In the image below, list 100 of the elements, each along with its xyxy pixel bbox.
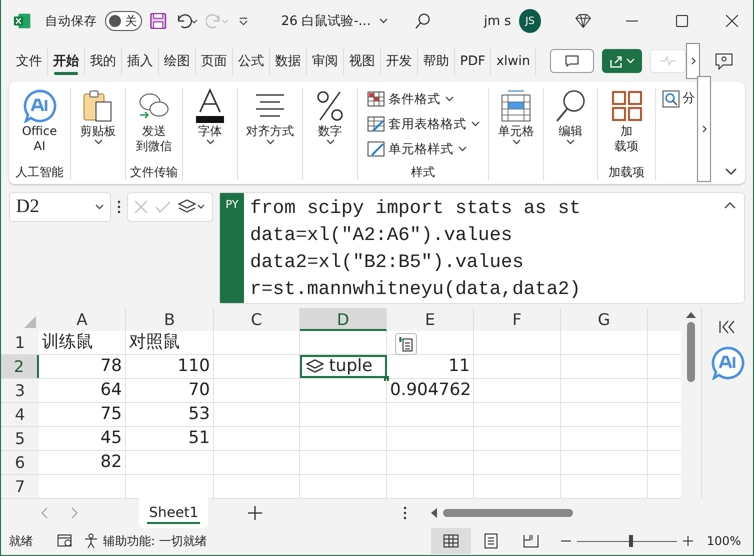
column-header[interactable]: G [561,308,648,331]
ribbon-tab[interactable]: 页面 [196,47,233,75]
scroll-up-icon[interactable] [686,312,696,318]
chevron-down-icon [470,121,480,127]
search-icon[interactable] [415,12,432,30]
column-header[interactable]: B [126,308,214,331]
customize-icon[interactable] [238,15,250,27]
user-avatar[interactable]: JS [519,9,541,33]
share-button[interactable] [602,49,642,73]
chevron-down-icon [326,139,334,145]
ribbon-tab[interactable]: 插入 [122,47,159,75]
scroll-left-icon[interactable] [431,508,437,518]
ribbon-tab[interactable]: xlwin [491,47,536,75]
ribbon-tab[interactable]: 我的 [85,47,122,75]
accessibility-icon[interactable] [83,533,99,549]
layers-icon[interactable] [178,199,206,215]
collapse-ribbon-icon[interactable] [725,168,737,176]
ribbon-button[interactable]: 剪贴板 [80,88,116,165]
table-cell[interactable]: 45 [39,427,126,450]
row-header[interactable]: 1 [1,331,39,354]
feedback-icon[interactable] [714,52,734,70]
paste-options-button[interactable] [395,333,417,355]
row-header[interactable]: 3 [1,379,39,402]
ribbon-tab[interactable]: 开始 [48,47,85,75]
align-icon [254,93,286,119]
formula-field[interactable]: PY from scipy import stats as st data=xl("A2:A6").values data2=xl("B2:B5").values r=st.mannwhitneyu(data,data2) [219,192,745,304]
column-header[interactable]: E [387,308,474,331]
cell-style-icon [366,141,384,157]
column-header[interactable]: A [39,308,126,331]
zoom-level[interactable]: 100% [706,534,741,548]
ribbon-button[interactable]: 加 载项 [610,88,642,165]
check-icon[interactable] [154,201,171,213]
python-badge: PY [220,193,244,303]
view-button[interactable] [430,528,471,554]
excel-icon[interactable] [13,12,32,30]
ribbon-tab[interactable]: 审阅 [307,47,344,75]
user-name: jm s [484,14,512,28]
row-header[interactable]: 4 [1,403,39,426]
ribbon-tab[interactable]: 帮助 [418,47,455,75]
diamond-icon[interactable] [574,13,592,29]
table-cell[interactable]: 110 [126,355,214,378]
table-cell[interactable]: 0.904762 [387,379,474,402]
table-cell[interactable]: 75 [39,403,126,426]
add-sheet-icon[interactable] [248,506,262,520]
file-name[interactable]: 26 白鼠试验-... [281,12,400,30]
sheet-tab[interactable]: Sheet1 [139,498,208,528]
chevron-down-icon [444,96,454,102]
previous-sheet-icon[interactable] [40,507,48,519]
column-header[interactable]: D [300,308,387,331]
accessibility-status[interactable]: 辅助功能: 一切就绪 [103,532,207,550]
row-header[interactable]: 5 [1,427,39,450]
ribbon-scroll-button[interactable] [697,76,711,182]
ribbon-tab[interactable]: 文件 [11,47,48,75]
row-header[interactable]: 2 [1,355,39,378]
more-options-icon[interactable] [403,506,407,520]
ribbon-tab[interactable]: 数据 [270,47,307,75]
ribbon-button[interactable]: 对齐方式 [246,88,294,165]
scroll-thumb[interactable] [687,322,695,382]
table-cell[interactable]: tuple [300,355,387,378]
autosave-toggle[interactable]: 关 [105,11,142,31]
ribbon-button[interactable]: 编辑 [554,88,586,165]
chevron-down-icon [626,58,636,64]
table-cell[interactable]: 对照鼠 [126,331,214,354]
collapse-icon[interactable] [724,201,736,209]
column-header[interactable]: F [474,308,561,331]
ribbon-button[interactable]: Office AI [22,88,58,165]
ribbon-tab[interactable]: 开发 [381,47,418,75]
next-sheet-icon[interactable] [70,507,78,519]
ribbon-button[interactable]: 条件格式 [366,88,454,110]
table-cell[interactable]: 53 [126,403,214,426]
ribbon-button[interactable]: 套用表格格式 [366,113,480,135]
ribbon-button[interactable]: 单元格 [498,88,534,165]
macro-record-icon[interactable] [57,534,73,548]
ribbon-button[interactable]: 数字 [316,88,344,165]
share-icon [609,54,624,68]
table-cell[interactable]: 70 [126,379,214,402]
collapse-pane-icon[interactable] [718,320,736,334]
ribbon-tab[interactable]: 绘图 [159,47,196,75]
table-cell[interactable]: 51 [126,427,214,450]
ribbon-tab[interactable]: 公式 [233,47,270,75]
code-line: data2=xl("B2:B5").values [250,250,525,275]
ribbon-button[interactable]: 单元格样式 [366,138,466,160]
table-cell[interactable]: 82 [39,451,126,474]
table-cell[interactable]: 训练鼠 [39,331,126,354]
row-header[interactable]: 6 [1,451,39,474]
ribbon-tab[interactable]: PDF [455,47,492,75]
ribbon-button[interactable]: 发送 到微信 [136,88,172,165]
table-cell[interactable]: 78 [39,355,126,378]
code-line: r=st.mannwhitneyu(data,data2) [250,277,581,302]
ribbon-button[interactable]: 分 [662,88,696,165]
scroll-thumb[interactable] [443,509,573,517]
more-options-icon[interactable] [117,200,121,214]
table-cell[interactable]: 64 [39,379,126,402]
ribbon-button[interactable]: 字体 [193,88,227,165]
row-header[interactable]: 7 [1,475,39,498]
ribbon-tab[interactable]: 视图 [344,47,381,75]
name-box[interactable]: D2 [9,192,111,222]
comments-button[interactable] [550,49,594,73]
zoom-in-icon[interactable] [682,536,693,546]
save-icon[interactable] [150,12,167,30]
